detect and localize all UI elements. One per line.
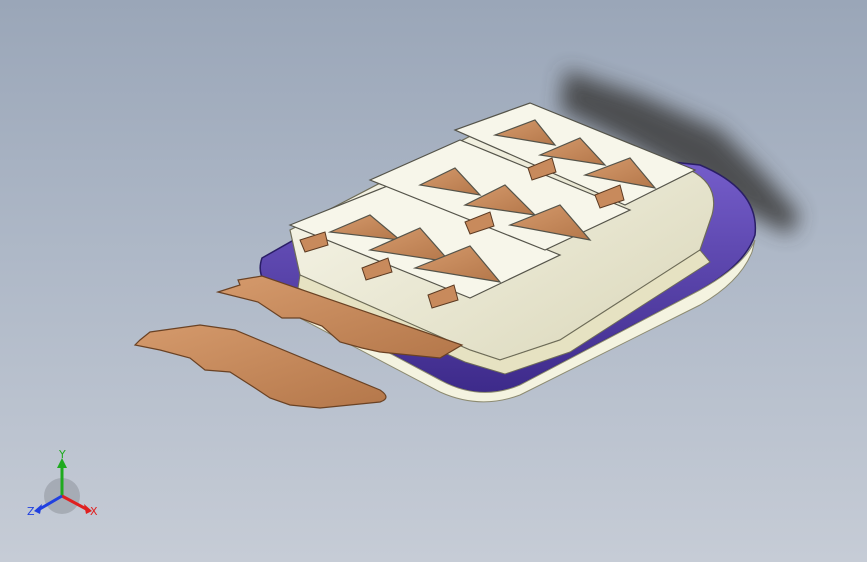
orientation-triad[interactable]: Y X Z — [27, 448, 98, 518]
z-axis-arrow-icon — [34, 504, 42, 514]
z-axis-label: Z — [27, 505, 35, 518]
x-axis-label: X — [90, 505, 98, 518]
cad-3d-viewport[interactable]: Y X Z — [0, 0, 867, 562]
y-axis-label: Y — [58, 448, 66, 461]
